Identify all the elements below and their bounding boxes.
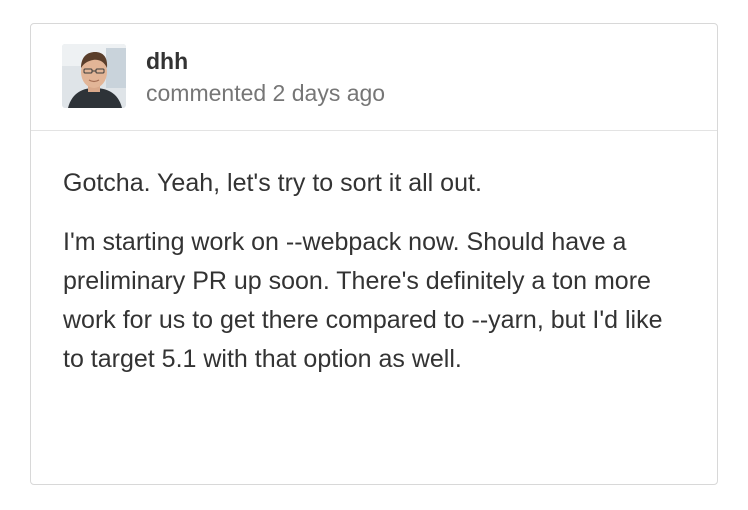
avatar-icon <box>62 44 126 108</box>
comment-body: Gotcha. Yeah, let's try to sort it all o… <box>63 164 688 399</box>
comment-header: dhh commented 2 days ago <box>31 24 717 131</box>
comment-author[interactable]: dhh <box>146 47 188 75</box>
comment-paragraph: Gotcha. Yeah, let's try to sort it all o… <box>63 169 482 197</box>
comment-card: dhh commented 2 days ago Gotcha. Yeah, l… <box>30 23 718 485</box>
comment-timestamp[interactable]: commented 2 days ago <box>146 79 385 107</box>
avatar[interactable] <box>62 44 126 108</box>
comment-paragraph: I'm starting work on --webpack now. Shou… <box>63 228 663 373</box>
